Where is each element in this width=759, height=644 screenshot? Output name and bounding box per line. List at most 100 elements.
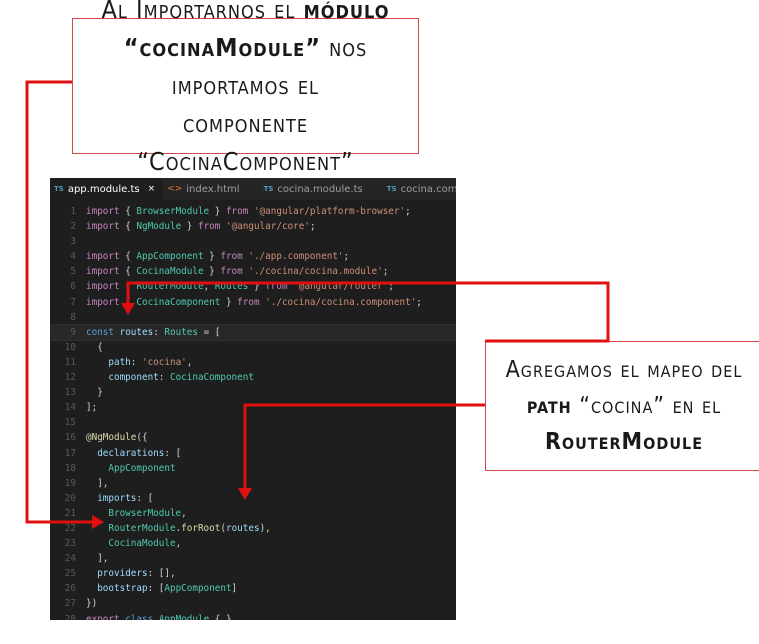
code-text: import { CocinaModule } from './cocina/c…: [86, 266, 389, 278]
code-line[interactable]: 14];: [50, 400, 456, 415]
code-line[interactable]: 4 import { AppComponent } from './app.com…: [50, 249, 456, 264]
callout-top-line-2: “cocinaModule” nos importamos el: [73, 29, 418, 105]
code-line[interactable]: 28 export class AppModule { }: [50, 612, 456, 620]
code-line[interactable]: 7 import { CocinaComponent } from './coci…: [50, 295, 456, 310]
line-number: 11: [64, 356, 76, 368]
callout-route-mapping: Agregamos el mapeo del path “cocina” en …: [485, 341, 759, 471]
tab-cocina-module[interactable]: TS cocina.module.ts: [248, 178, 371, 200]
callout-bold-text: “cocinaModule”: [123, 33, 322, 62]
code-text: declarations: [: [97, 447, 182, 459]
line-number: 3: [70, 236, 76, 248]
line-number: 17: [64, 447, 76, 459]
code-line[interactable]: 23 CocinaModule,: [50, 536, 456, 551]
line-number: 15: [64, 417, 76, 429]
callout-bold-text: path: [526, 393, 572, 419]
code-text: CocinaModule,: [108, 538, 182, 550]
line-number: 12: [64, 372, 76, 384]
code-line[interactable]: 9 const routes: Routes = [: [50, 323, 456, 341]
code-line[interactable]: 2 import { NgModule } from '@angular/core…: [50, 219, 456, 234]
callout-bold-text: módulo: [303, 0, 390, 24]
line-number: 22: [64, 522, 76, 534]
tab-label: cocina.module.ts: [277, 183, 363, 195]
code-text: }): [86, 598, 98, 610]
line-number: 2: [70, 221, 76, 233]
code-text: ],: [86, 477, 109, 489]
code-line[interactable]: 13 }: [50, 385, 456, 400]
line-number: 28: [64, 613, 76, 620]
callout-top-line-1: Al Importarnos el módulo: [73, 0, 418, 29]
callout-import-module: Al Importarnos el módulo “cocinaModule” …: [72, 0, 419, 176]
line-number: 27: [64, 598, 76, 610]
code-line[interactable]: 12 component: CocinaComponent: [50, 370, 456, 385]
code-line[interactable]: 21 BrowserModule,: [50, 506, 456, 521]
code-text: export class AppModule { }: [86, 613, 232, 620]
code-area[interactable]: 1 import { BrowserModule } from '@angular…: [50, 204, 456, 620]
tab-app-module[interactable]: TS app.module.ts ×: [50, 178, 164, 200]
code-text: const routes: Routes = [: [86, 326, 221, 338]
code-text: @NgModule({: [86, 432, 148, 444]
typescript-icon: TS: [54, 185, 64, 193]
code-line[interactable]: 15: [50, 415, 456, 430]
tab-label: cocina.component.t: [400, 183, 456, 195]
code-text: import { CocinaComponent } from './cocin…: [86, 296, 422, 308]
tab-cocina-component[interactable]: TS cocina.component.t: [371, 178, 456, 200]
tab-label: app.module.ts: [67, 183, 140, 195]
line-number: 1: [70, 206, 76, 217]
tab-index-html[interactable]: <> index.html: [163, 178, 247, 200]
code-line[interactable]: 17 declarations: [: [50, 446, 456, 461]
html-icon: <>: [167, 184, 183, 194]
code-text: ],: [86, 553, 109, 565]
callout-text: “cocina” en el: [571, 393, 722, 419]
code-line[interactable]: 27}): [50, 596, 456, 611]
code-editor: TS app.module.ts × <> index.html TS coci…: [50, 178, 456, 620]
code-line[interactable]: 20 imports: [: [50, 491, 456, 506]
line-number: 19: [64, 477, 76, 489]
editor-tab-bar: TS app.module.ts × <> index.html TS coci…: [50, 178, 456, 200]
line-number: 4: [70, 251, 76, 263]
code-line[interactable]: 25 providers: [],: [50, 566, 456, 581]
code-line[interactable]: 10 {: [50, 340, 456, 355]
code-line[interactable]: 1 import { BrowserModule } from '@angular…: [50, 204, 456, 219]
code-text: ];: [86, 402, 98, 414]
code-line[interactable]: 8: [50, 310, 456, 325]
close-icon[interactable]: ×: [148, 184, 156, 194]
line-number: 23: [64, 538, 76, 550]
tab-label: index.html: [186, 183, 240, 195]
code-text: AppComponent: [108, 462, 176, 474]
line-number: 25: [64, 568, 76, 580]
line-number: 6: [70, 281, 76, 293]
line-number: 7: [70, 296, 76, 308]
line-number: 13: [64, 387, 76, 399]
code-text: component: CocinaComponent: [108, 372, 254, 384]
callout-bold-text: RouterModule: [544, 429, 704, 455]
typescript-icon: TS: [263, 185, 274, 193]
code-text: import { AppComponent } from './app.comp…: [86, 251, 350, 263]
line-number: 5: [70, 266, 76, 278]
line-number: 8: [70, 311, 76, 323]
line-number: 26: [64, 583, 76, 595]
code-line[interactable]: 18 AppComponent: [50, 461, 456, 476]
code-text: imports: [: [97, 492, 154, 504]
code-text: providers: [],: [97, 568, 176, 580]
line-number: 21: [64, 507, 76, 519]
typescript-icon: TS: [386, 185, 397, 193]
code-line[interactable]: 16 @NgModule({: [50, 430, 456, 445]
line-number: 16: [64, 432, 76, 444]
callout-right-line-3: RouterModule: [486, 424, 759, 460]
callout-right-line-2: path “cocina” en el: [486, 388, 759, 424]
line-number: 20: [64, 492, 76, 504]
code-line[interactable]: 11 path: 'cocina',: [50, 355, 456, 370]
code-text: import { RouterModule, Routes } from '@a…: [86, 281, 394, 293]
code-line[interactable]: 24 ],: [50, 551, 456, 566]
callout-top-line-3: componente “CocinaComponent”: [137, 109, 354, 176]
callout-right-line-1: Agregamos el mapeo del: [505, 357, 743, 383]
code-line[interactable]: 6 import { RouterModule, Routes } from '@…: [50, 279, 456, 294]
code-line[interactable]: 26 bootstrap: [AppComponent]: [50, 581, 456, 596]
code-line[interactable]: 5 import { CocinaModule } from './cocina/…: [50, 264, 456, 279]
code-line[interactable]: 22 RouterModule.forRoot(routes),: [50, 521, 456, 536]
code-text: import { BrowserModule } from '@angular/…: [86, 206, 411, 217]
code-line[interactable]: 19 ],: [50, 476, 456, 491]
code-line[interactable]: 3: [50, 234, 456, 249]
code-text: BrowserModule,: [108, 507, 187, 519]
line-number: 18: [64, 462, 76, 474]
